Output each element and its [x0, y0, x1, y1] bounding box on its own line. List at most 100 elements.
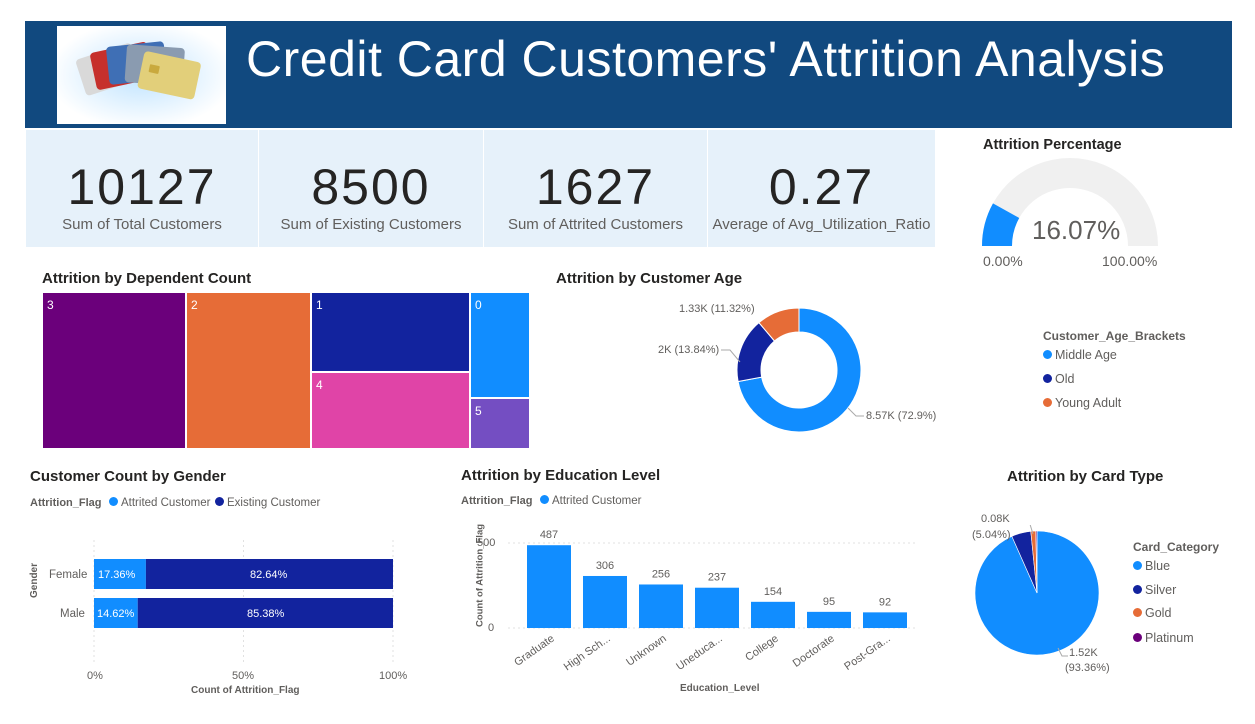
- education-value-label: 237: [708, 572, 726, 584]
- legend-item-platinum[interactable]: Platinum: [1133, 631, 1194, 645]
- education-bar[interactable]: [695, 587, 739, 628]
- bar-data-label: 82.64%: [250, 569, 288, 581]
- treemap-title: Attrition by Dependent Count: [42, 270, 252, 287]
- education-category-label: College: [743, 633, 780, 664]
- treemap-label: 5: [475, 404, 482, 418]
- legend-dot: [215, 497, 224, 506]
- education-category-label: Graduate: [512, 633, 556, 669]
- donut-data-label: 8.57K (72.9%): [866, 410, 937, 422]
- donut-leader-line: [847, 407, 864, 417]
- legend-label: Gold: [1145, 606, 1172, 620]
- legend-label: Middle Age: [1055, 348, 1117, 362]
- gender-category-label: Male: [60, 608, 85, 620]
- legend-item-attrited[interactable]: Attrited Customer: [540, 495, 641, 507]
- kpi-label: Sum of Total Customers: [62, 216, 222, 233]
- pie-data-label: 0.08K: [981, 513, 1010, 525]
- kpi-label: Sum of Existing Customers: [280, 216, 462, 233]
- treemap-label: 4: [316, 378, 323, 392]
- legend-label: Young Adult: [1055, 396, 1122, 410]
- education-bar[interactable]: [751, 601, 795, 628]
- credit-cards-icon: [57, 26, 226, 124]
- gauge-max-label: 100.00%: [1102, 253, 1158, 269]
- education-bar[interactable]: [639, 584, 683, 628]
- kpi-card-total-customers: 10127 Sum of Total Customers: [26, 130, 258, 247]
- education-value-label: 92: [879, 596, 891, 608]
- treemap-cell-5[interactable]: 5: [470, 398, 530, 449]
- gender-legend-title: Attrition_Flag: [30, 497, 102, 509]
- gender-x-tick: 100%: [379, 670, 408, 682]
- education-value-label: 256: [652, 568, 670, 580]
- pie-data-label: (5.04%): [972, 529, 1011, 541]
- bar-data-label: 85.38%: [247, 608, 285, 620]
- legend-item-gold[interactable]: Gold: [1133, 606, 1171, 620]
- gender-x-tick: 50%: [232, 670, 255, 682]
- legend-item-silver[interactable]: Silver: [1133, 583, 1176, 597]
- education-bar[interactable]: [583, 575, 627, 628]
- donut-legend-title: Customer_Age_Brackets: [1043, 329, 1186, 343]
- dependent-count-treemap: 3 2 1 4 0 5: [42, 292, 530, 449]
- legend-label: Attrited Customer: [121, 497, 211, 509]
- gauge-min-label: 0.00%: [983, 253, 1023, 269]
- education-y-axis-label: Count of Attrition_Flag: [474, 523, 486, 628]
- treemap-cell-2[interactable]: 2: [186, 292, 311, 449]
- education-value-label: 95: [823, 596, 835, 608]
- legend-item-old[interactable]: Old: [1043, 372, 1074, 386]
- education-value-label: 154: [764, 586, 782, 598]
- kpi-value: 10127: [67, 159, 217, 215]
- education-chart-title: Attrition by Education Level: [461, 467, 661, 484]
- gender-chart-title: Customer Count by Gender: [30, 468, 226, 485]
- dashboard-title: Credit Card Customers' Attrition Analysi…: [246, 31, 1166, 87]
- treemap-cell-4[interactable]: 4: [311, 372, 470, 449]
- treemap-label: 0: [475, 298, 482, 312]
- education-category-label: Post-Gra...: [842, 633, 892, 673]
- legend-dot: [1133, 608, 1142, 617]
- legend-dot: [540, 495, 549, 504]
- kpi-card-avg-utilization: 0.27 Average of Avg_Utilization_Ratio: [708, 130, 935, 247]
- legend-dot: [1043, 374, 1052, 383]
- legend-item-young-adult[interactable]: Young Adult: [1043, 396, 1121, 410]
- treemap-cell-1[interactable]: 1: [311, 292, 470, 372]
- card-type-pie: [974, 525, 1100, 657]
- gender-y-axis-label: Gender: [29, 562, 41, 599]
- cardtype-legend-title: Card_Category: [1133, 540, 1220, 554]
- treemap-label: 2: [191, 298, 198, 312]
- donut-title: Attrition by Customer Age: [556, 270, 743, 287]
- education-y-tick: 500: [477, 537, 496, 549]
- legend-label: Old: [1055, 372, 1075, 386]
- education-category-label: Unknown: [624, 633, 668, 669]
- bar-data-label: 14.62%: [97, 608, 135, 620]
- kpi-label: Sum of Attrited Customers: [507, 216, 684, 233]
- education-bar[interactable]: [863, 612, 907, 628]
- education-x-axis-label: Education_Level: [680, 683, 760, 694]
- gauge-value: 16.07%: [1032, 215, 1121, 245]
- legend-label: Platinum: [1145, 631, 1194, 645]
- kpi-label: Average of Avg_Utilization_Ratio: [712, 216, 931, 233]
- kpi-card-existing-customers: 8500 Sum of Existing Customers: [259, 130, 483, 247]
- pie-data-label: (93.36%): [1065, 662, 1110, 674]
- treemap-cell-0[interactable]: 0: [470, 292, 530, 398]
- education-bar[interactable]: [807, 611, 851, 628]
- legend-item-middle-age[interactable]: Middle Age: [1043, 348, 1117, 362]
- legend-dot: [1133, 585, 1142, 594]
- donut-leader-line: [721, 349, 741, 363]
- donut-data-label: 2K (13.84%): [658, 344, 720, 356]
- legend-item-blue[interactable]: Blue: [1133, 559, 1170, 573]
- education-category-label: High Sch...: [562, 633, 613, 674]
- gender-category-label: Female: [49, 569, 88, 581]
- gender-x-axis-label: Count of Attrition_Flag: [191, 685, 300, 696]
- cardtype-title: Attrition by Card Type: [1007, 468, 1164, 485]
- education-category-label: Uneduca...: [674, 633, 724, 673]
- kpi-value: 8500: [311, 159, 431, 215]
- legend-item-existing[interactable]: Existing Customer: [215, 497, 320, 509]
- legend-item-attrited[interactable]: Attrited Customer: [109, 497, 210, 509]
- education-bar[interactable]: [527, 545, 571, 628]
- bar-data-label: 17.36%: [98, 569, 136, 581]
- gender-x-tick: 0%: [87, 670, 103, 682]
- legend-dot: [1043, 398, 1052, 407]
- treemap-cell-3[interactable]: 3: [42, 292, 186, 449]
- education-value-label: 487: [540, 529, 558, 541]
- legend-dot: [1133, 633, 1142, 642]
- legend-label: Existing Customer: [227, 497, 321, 509]
- treemap-label: 3: [47, 298, 54, 312]
- education-legend-title: Attrition_Flag: [461, 495, 533, 507]
